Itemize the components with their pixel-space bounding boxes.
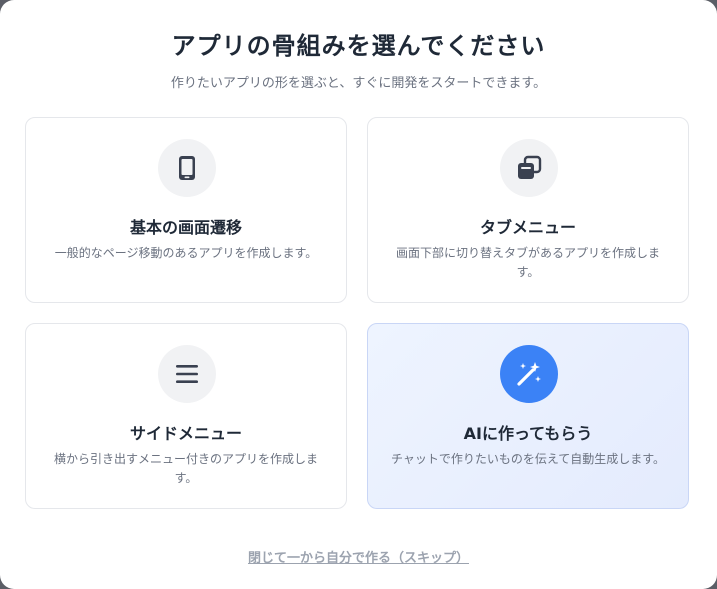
stacked-cards-icon <box>500 139 558 197</box>
modal-title: アプリの骨組みを選んでください <box>171 32 546 60</box>
skip-link[interactable]: 閉じて一から自分で作る（スキップ） <box>248 551 469 566</box>
option-card-tab-menu[interactable]: タブメニュー 画面下部に切り替えタブがあるアプリを作成します。 <box>367 117 689 303</box>
magic-wand-sparkles-icon <box>500 345 558 403</box>
option-card-side-menu[interactable]: サイドメニュー 横から引き出すメニュー付きのアプリを作成します。 <box>25 323 347 509</box>
option-description: 画面下部に切り替えタブがあるアプリを作成します。 <box>395 246 660 279</box>
option-title: 基本の画面遷移 <box>129 218 242 237</box>
option-description: 横から引き出すメニュー付きのアプリを作成します。 <box>53 452 318 485</box>
option-description: 一般的なページ移動のあるアプリを作成します。 <box>54 246 318 260</box>
option-description: チャットで作りたいものを伝えて自動生成します。 <box>390 452 666 466</box>
option-title: AIに作ってもらう <box>463 424 593 443</box>
template-picker-modal: アプリの骨組みを選んでください 作りたいアプリの形を選ぶと、すぐに開発をスタート… <box>0 0 717 589</box>
modal-subtitle: 作りたいアプリの形を選ぶと、すぐに開発をスタートできます。 <box>170 76 547 91</box>
smartphone-icon <box>158 139 216 197</box>
hamburger-menu-icon <box>158 345 216 403</box>
option-card-basic-navigation[interactable]: 基本の画面遷移 一般的なページ移動のあるアプリを作成します。 <box>25 117 347 303</box>
option-title: サイドメニュー <box>129 424 242 443</box>
option-card-ai-generate[interactable]: AIに作ってもらう チャットで作りたいものを伝えて自動生成します。 <box>367 323 689 509</box>
option-title: タブメニュー <box>479 218 576 237</box>
skip-link-container: 閉じて一から自分で作る（スキップ） <box>0 547 717 566</box>
